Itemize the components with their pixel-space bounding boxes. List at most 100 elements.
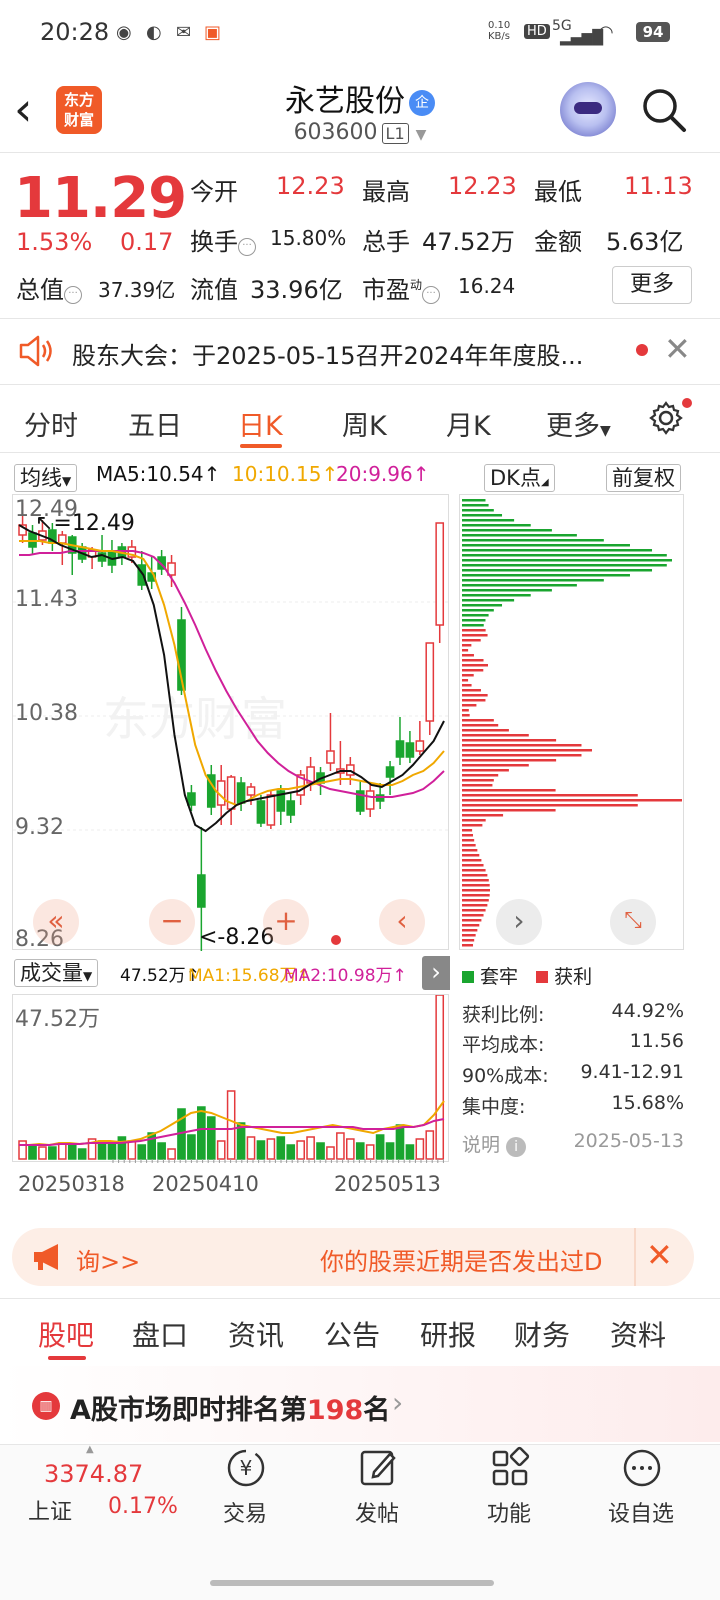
search-icon[interactable] (640, 86, 688, 134)
turnover-label[interactable]: 换手 ··· (190, 222, 256, 257)
stat-value: 44.92% (611, 1000, 684, 1022)
chip-bar-profit (462, 869, 486, 872)
chip-bar-profit (462, 769, 509, 772)
dk-point[interactable] (331, 935, 341, 945)
y-label: 11.43 (15, 587, 78, 612)
chip-bar-profit (462, 944, 474, 947)
expand-icon[interactable]: ⤡ (610, 899, 656, 945)
ma5-value: MA5:10.54↑ (96, 462, 221, 486)
market-rank-row[interactable]: ▥ A股市场即时排名第198名 › (0, 1366, 720, 1442)
adjust-label: 前复权 (606, 464, 681, 492)
volume-bar-up (226, 1090, 236, 1160)
more-button[interactable]: 更多 (612, 266, 692, 304)
back-button[interactable]: ‹ (14, 84, 54, 134)
avg-cost-row: 平均成本: 11.56 (462, 1030, 684, 1057)
adjust-button[interactable]: 前复权 (606, 462, 681, 492)
chip-bar-trapped (462, 614, 489, 617)
index-value[interactable]: 3374.87 (44, 1460, 143, 1488)
chip-bar-profit (462, 829, 473, 832)
tab-guba[interactable]: 股吧 (38, 1314, 94, 1354)
chip-bar-profit (462, 849, 478, 852)
tab-daily-k[interactable]: 日K (238, 404, 283, 443)
notice-bar[interactable]: 股东大会：于2025-05-15召开2024年年度股... ✕ (0, 320, 720, 382)
collapse-arrow-icon[interactable]: › (422, 956, 450, 990)
info-icon: ··· (64, 286, 82, 304)
info-icon: ··· (422, 286, 441, 304)
chip-bar-trapped (462, 554, 667, 557)
ma20-text: 20:9.96 (336, 462, 413, 486)
high-value: 12.23 (448, 172, 517, 200)
tab-profile[interactable]: 资料 (610, 1314, 666, 1354)
rank-text: A股市场即时排名第198名 (70, 1388, 390, 1427)
eastmoney-logo[interactable]: 东方 财富 (56, 86, 102, 134)
index-change[interactable]: 0.17% (108, 1494, 178, 1519)
chip-bar-profit (462, 809, 556, 812)
trade-yen-icon[interactable]: ¥ (224, 1446, 268, 1490)
chip-bar-profit (462, 714, 470, 717)
chip-bar-trapped (462, 574, 630, 577)
chip-bar-profit (462, 689, 481, 692)
volume-selector[interactable]: 成交量▼ (14, 957, 99, 987)
zoom-out-button[interactable]: − (149, 899, 195, 945)
volume-bar-down (147, 1132, 157, 1160)
functions-grid-icon[interactable] (488, 1446, 532, 1490)
tab-monthly-k[interactable]: 月K (446, 404, 491, 443)
tab-more-label: 更多 (546, 411, 600, 442)
kline-chart[interactable]: 东方财富 12.49 11.43 10.38 9.32 8.26 ↖=12.49… (12, 494, 450, 952)
mktcap-label[interactable]: 总值 ··· (16, 270, 82, 305)
candle-down (236, 782, 246, 804)
assistant-robot-icon[interactable] (560, 82, 616, 138)
chip-bar-trapped (462, 569, 653, 572)
chip-bar-profit (462, 914, 484, 917)
candle-up (415, 740, 425, 752)
tab-five-day[interactable]: 五日 (128, 404, 182, 443)
dk-button[interactable]: DK点◢ (484, 462, 555, 492)
explain-row[interactable]: 说明 i 2025-05-13 (462, 1130, 684, 1157)
tab-news[interactable]: 资讯 (228, 1314, 284, 1354)
status-time: 20:28 (40, 18, 110, 46)
tab-announcements[interactable]: 公告 (324, 1314, 380, 1354)
chip-bar-profit (462, 889, 490, 892)
chip-bar-profit (462, 654, 474, 657)
nav-add-watch[interactable]: 设自选 (596, 1496, 686, 1528)
volume-bar-up (425, 1130, 435, 1160)
step-left-button[interactable]: ‹ (379, 899, 425, 945)
tab-research[interactable]: 研报 (420, 1314, 476, 1354)
stock-code-row[interactable]: 603600 L1 ▼ (200, 120, 520, 145)
nav-trade[interactable]: 交易 (200, 1496, 290, 1528)
chip-legend: 套牢 获利 (462, 962, 592, 989)
volume-bar-up (346, 1138, 355, 1160)
volume-bar-down (375, 1134, 385, 1160)
scroll-left-button[interactable]: « (33, 899, 79, 945)
watermark: 东方财富 (103, 693, 287, 745)
tab-more[interactable]: 更多▼ (546, 404, 611, 443)
close-icon[interactable]: ✕ (664, 330, 691, 368)
ma-selector[interactable]: 均线▼ (14, 462, 78, 492)
tab-weekly-k[interactable]: 周K (342, 404, 387, 443)
chip-bar-profit (462, 799, 682, 802)
step-right-button[interactable]: › (496, 899, 542, 945)
wifi-icon: ◠ (598, 22, 614, 43)
chip-bar-profit (462, 934, 476, 937)
signal-banner[interactable]: 询>> 你的股票近期是否发出过D ✕ (12, 1228, 694, 1286)
chip-bar-trapped (462, 564, 667, 567)
zoom-in-button[interactable]: + (263, 899, 309, 945)
tab-intraday[interactable]: 分时 (24, 404, 78, 443)
nav-functions[interactable]: 功能 (464, 1496, 554, 1528)
chip-bar-profit (462, 844, 476, 847)
settings-gear-icon[interactable] (648, 400, 684, 436)
date-label: 20250410 (152, 1172, 259, 1196)
pe-value: 16.24 (458, 274, 516, 298)
nav-post[interactable]: 发帖 (332, 1496, 422, 1528)
tab-finance[interactable]: 财务 (514, 1314, 570, 1354)
stock-name: 永艺股份 (285, 84, 405, 119)
close-icon[interactable]: ✕ (646, 1236, 673, 1274)
index-name[interactable]: 上证 (28, 1494, 72, 1526)
chip-bar-profit (462, 929, 478, 932)
add-watch-icon[interactable] (620, 1446, 664, 1490)
tab-pankou[interactable]: 盘口 (132, 1314, 188, 1354)
chip-bar-profit (462, 894, 490, 897)
post-edit-icon[interactable] (356, 1446, 400, 1490)
pe-label[interactable]: 市盈动··· (362, 270, 441, 305)
chip-distribution-chart[interactable]: › ⤡ (459, 494, 684, 950)
